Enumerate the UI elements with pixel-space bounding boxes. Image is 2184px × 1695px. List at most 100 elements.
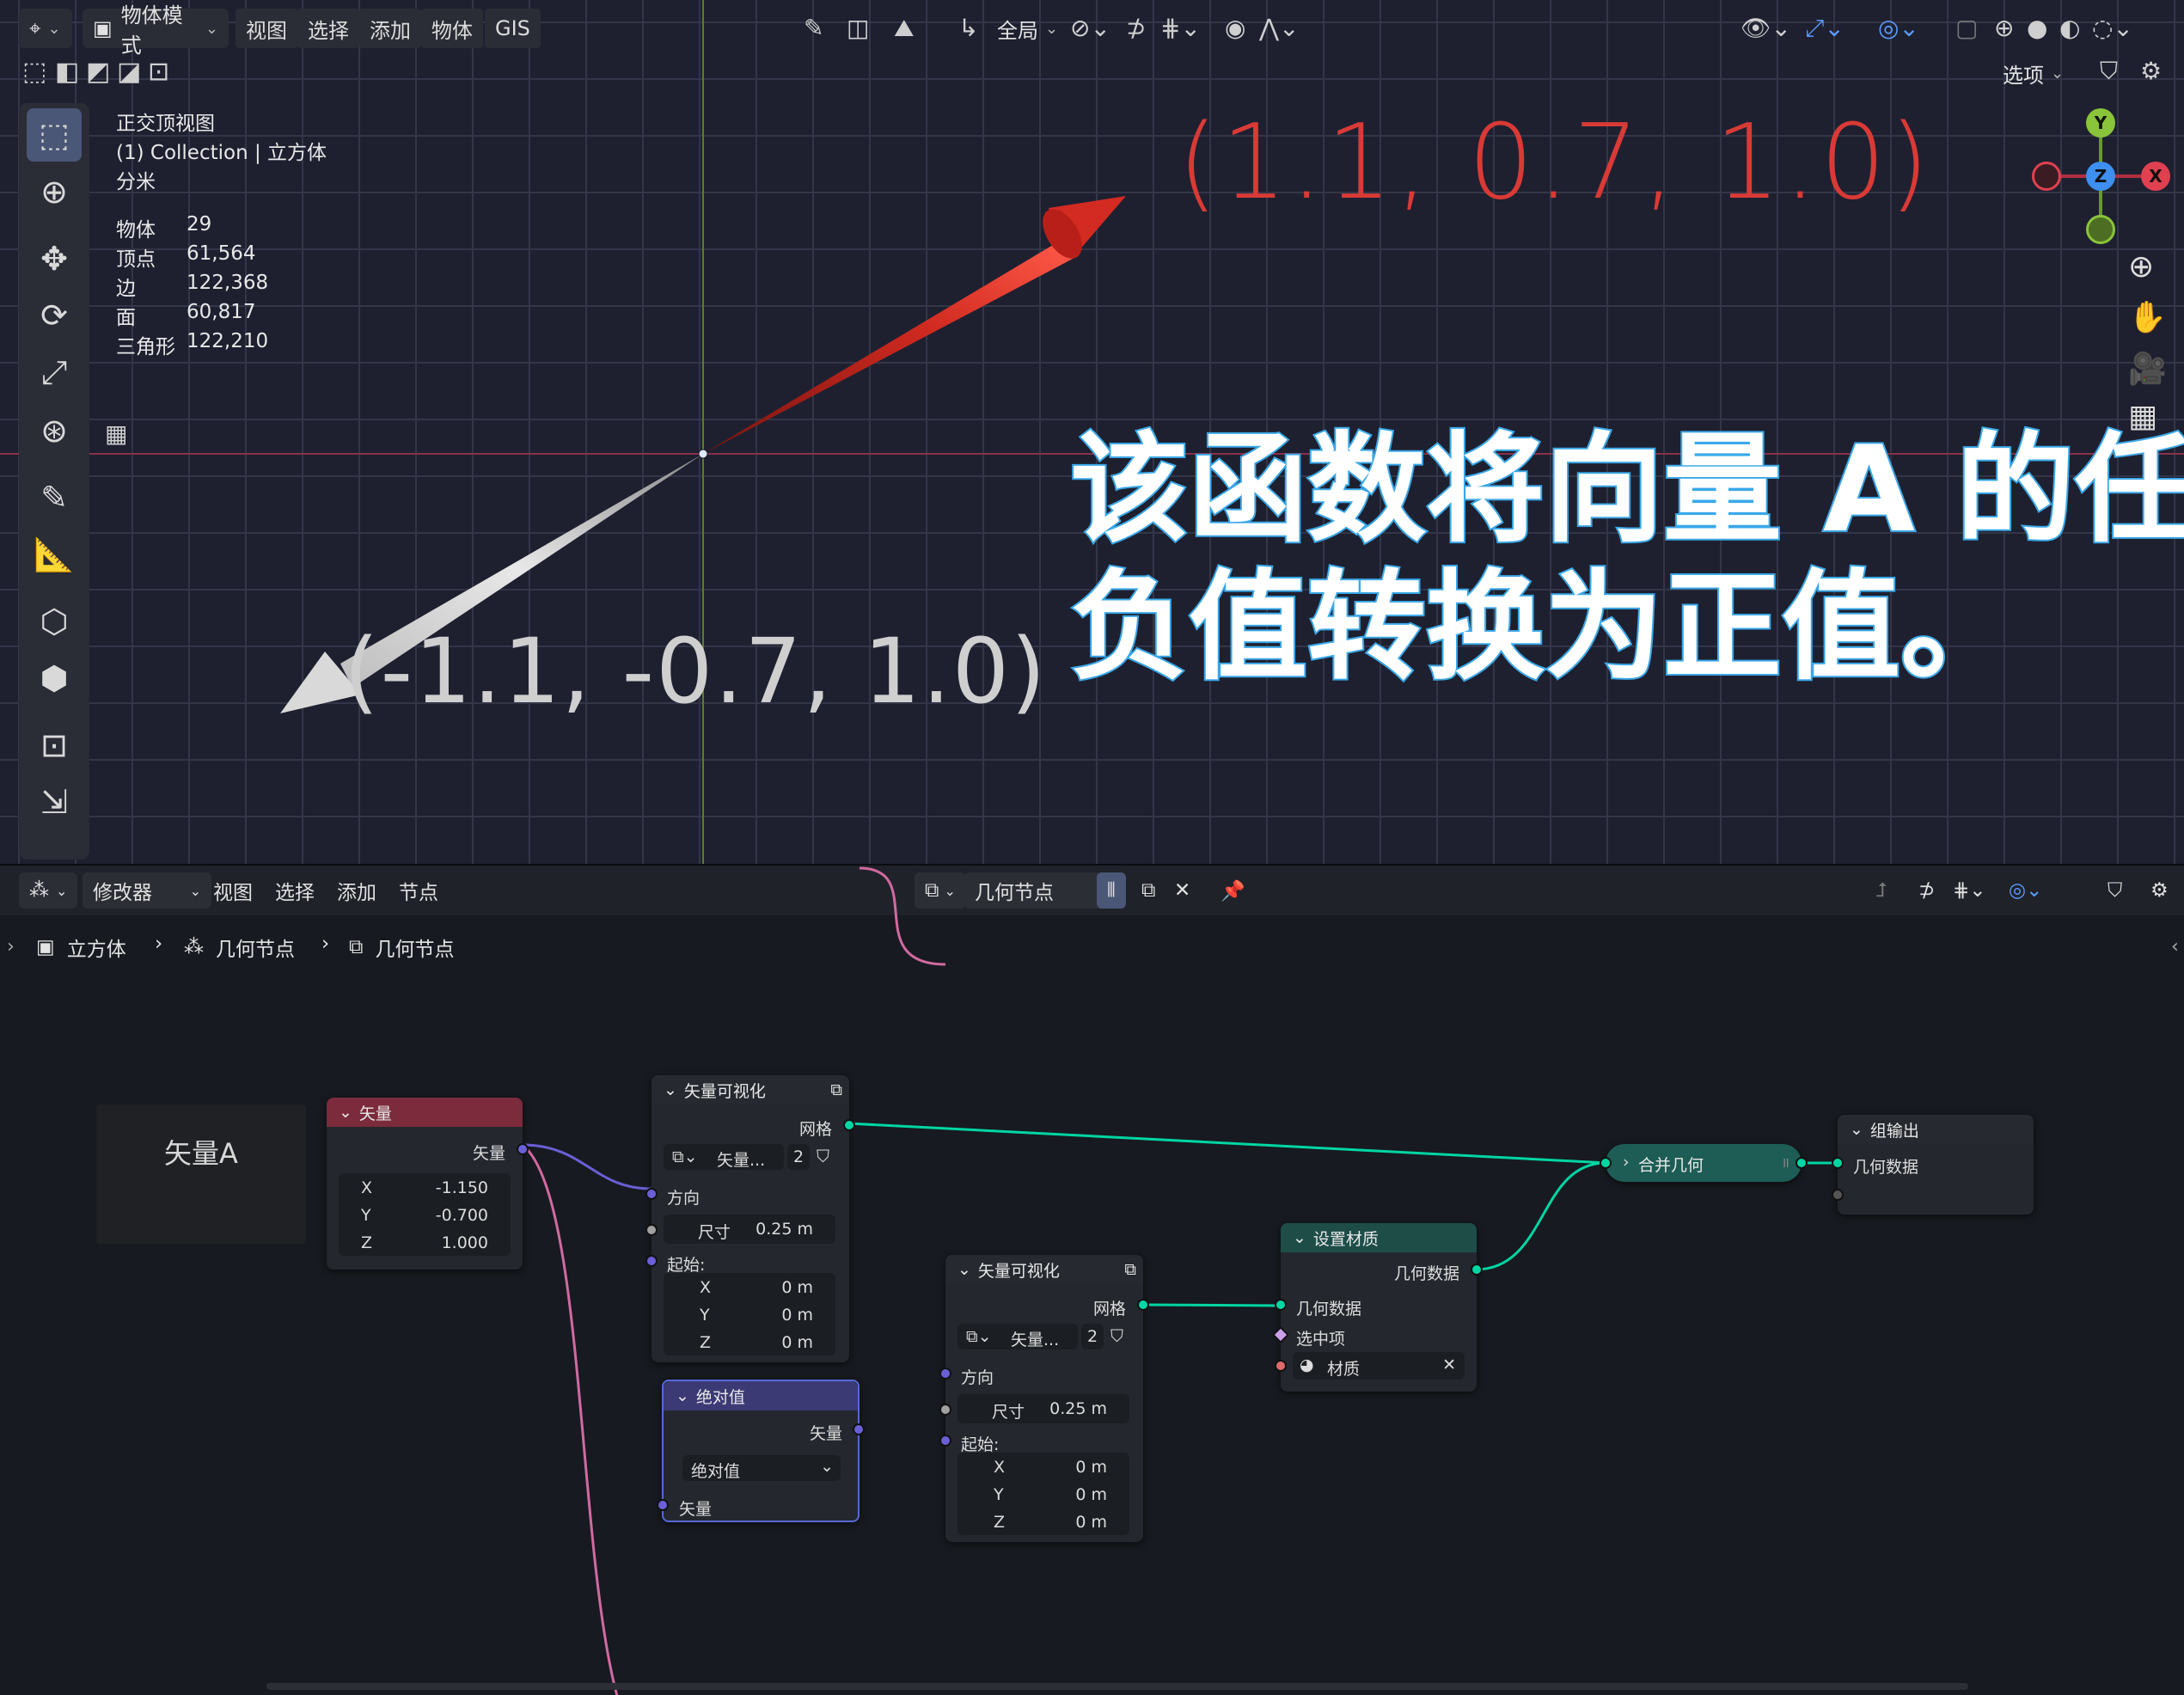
wireframe-shading-icon[interactable]: ⊕ (1994, 14, 2014, 42)
3d-viewport[interactable]: ⌖ ⌄ ▣ 物体模式 ⌄ 视图 选择 添加 物体 GIS ✎ ◫ ⛰ ↳ 全局 ⌄ ⊘… (0, 0, 2184, 864)
filter-icon[interactable]: ⛉ (2100, 57, 2118, 86)
gizmo-z-axis[interactable]: Z (2086, 162, 2115, 191)
select-box-icon[interactable]: ⬚ (22, 57, 46, 87)
gizmo-icon[interactable]: ⤢⌄ (1805, 14, 1844, 43)
select-subtract-icon[interactable]: ◩ (86, 57, 110, 87)
xray-icon[interactable]: ▢ (1955, 14, 1978, 42)
settings-gear-icon[interactable]: ⚙ (2140, 57, 2162, 85)
menu-object[interactable]: 物体 (421, 9, 483, 48)
node-header[interactable]: ⌄ 矢量 (327, 1098, 523, 1127)
empty-input-socket[interactable] (1832, 1189, 1844, 1201)
fake-user-shield-icon[interactable]: ⛉ (817, 1146, 829, 1166)
select-tool-icon[interactable]: ⬚ (27, 108, 82, 162)
collapse-chevron-icon[interactable]: ⌄ (1850, 1120, 1863, 1139)
node-editor[interactable]: ⁂ ⌄ 修改器 ⌄ 视图 选择 添加 节点 ⧉ ⌄ 几何节点 ⫴ ⧉ ✕ 📌 ⮥ ⊅ … (0, 866, 2184, 1695)
input-socket[interactable] (657, 1499, 669, 1511)
vector-x-value[interactable]: -1.150 (436, 1178, 488, 1197)
output-socket[interactable] (1796, 1157, 1808, 1169)
transform-tool-icon[interactable]: ⊛ (27, 404, 82, 457)
scale-tool-icon[interactable]: ⤢ (27, 346, 82, 399)
collapse-chevron-icon[interactable]: ⌄ (676, 1386, 689, 1405)
clear-material-icon[interactable]: ✕ (1442, 1355, 1456, 1374)
menu-gis[interactable]: GIS (485, 9, 541, 48)
camera-icon[interactable]: 🎥 (2128, 351, 2167, 387)
measure-tool-icon[interactable]: 📐 (27, 528, 82, 581)
menu-add[interactable]: 添加 (359, 9, 421, 48)
start-socket[interactable] (645, 1255, 658, 1267)
collapse-chevron-icon[interactable]: ⌄ (957, 1260, 971, 1279)
vector-z-value[interactable]: 1.000 (442, 1233, 488, 1252)
visibility-icon[interactable]: 👁⌄ (1740, 14, 1791, 42)
pan-hand-icon[interactable]: ✋ (2128, 299, 2167, 335)
gizmo-neg-x-axis[interactable] (2032, 162, 2061, 191)
collapse-chevron-icon[interactable]: ⌄ (339, 1103, 352, 1122)
select-intersect-icon[interactable]: ⊡ (148, 57, 169, 87)
snap-target-icon[interactable]: ◫ (847, 14, 869, 42)
proportional-icon[interactable]: ◉ (1225, 14, 1245, 42)
expand-chevron-icon[interactable]: › (1623, 1153, 1630, 1172)
snap-icon[interactable]: ⊅ (1126, 14, 1146, 42)
node-group-output[interactable]: ⌄ 组输出 几何数据 (1832, 1115, 2034, 1215)
output-socket[interactable] (853, 1423, 865, 1435)
size-socket[interactable] (645, 1224, 658, 1236)
editor-type-button[interactable]: ⌖ ⌄ (19, 9, 72, 48)
node-header[interactable]: ⌄ 组输出 (1838, 1115, 2034, 1144)
output-socket[interactable] (1137, 1299, 1149, 1311)
gizmo-neg-y-axis[interactable] (2086, 215, 2115, 244)
node-header[interactable]: ⌄ 设置材质 (1281, 1223, 1477, 1252)
transform-orientation-dropdown[interactable]: 全局 ⌄ (987, 9, 1068, 48)
node-header[interactable]: ⌄ 矢量可视化 ⧉ (945, 1255, 1143, 1284)
menu-select[interactable]: 选择 (297, 9, 359, 48)
frame-tool-icon[interactable]: ⊡ (27, 719, 82, 772)
output-socket[interactable] (1471, 1264, 1483, 1276)
zoom-icon[interactable]: ⊕ (2128, 249, 2154, 285)
operation-dropdown[interactable]: 绝对值 ⌄ (682, 1455, 841, 1481)
node-header[interactable]: ⌄ 矢量可视化 ⧉ (652, 1075, 849, 1105)
collapse-chevron-icon[interactable]: ⌄ (664, 1080, 677, 1099)
input-socket[interactable] (1600, 1157, 1612, 1169)
mode-dropdown[interactable]: ▣ 物体模式 ⌄ (83, 3, 229, 58)
collapse-chevron-icon[interactable]: ⌄ (1293, 1228, 1306, 1247)
user-count[interactable]: 2 (787, 1144, 810, 1170)
select-difference-icon[interactable]: ◪ (117, 57, 141, 87)
input-geometry-socket[interactable] (1832, 1157, 1844, 1169)
start-socket[interactable] (939, 1435, 951, 1447)
pivot-icon[interactable]: ↳ (958, 14, 978, 42)
rendered-shading-icon[interactable]: ◌⌄ (2092, 14, 2133, 42)
proportional-edit-icon[interactable]: ⊘⌄ (1070, 14, 1110, 42)
node-vector-visualize-2[interactable]: ⌄ 矢量可视化 ⧉ 网格 ⧉⌄ 矢量... 2 ⛉ 方向 尺寸 0.25 m 起… (939, 1255, 1149, 1542)
node-absolute[interactable]: ⌄ 绝对值 矢量 绝对值 ⌄ 矢量 (657, 1380, 865, 1522)
eyedropper-icon[interactable]: ✎ (804, 14, 823, 42)
group-dropdown[interactable]: ⧉⌄ 矢量... (664, 1144, 784, 1170)
shading-icon[interactable]: ⛰ (894, 14, 915, 43)
select-extend-icon[interactable]: ◧ (55, 57, 79, 87)
rotate-tool-icon[interactable]: ⟳ (27, 289, 82, 342)
add-cube-tool-icon[interactable]: ⬡ (27, 595, 82, 648)
output-socket[interactable] (517, 1143, 529, 1155)
node-vector-visualize-1[interactable]: ⌄ 矢量可视化 ⧉ 网格 ⧉⌄ 矢量... 2 ⛉ 方向 尺寸 0.25 m 起… (645, 1075, 855, 1362)
fake-user-shield-icon[interactable]: ⛉ (1110, 1325, 1123, 1346)
annotate-tool-icon[interactable]: ✎ (27, 471, 82, 524)
object-tool-icon[interactable]: ⬢ (27, 652, 82, 705)
output-socket[interactable] (843, 1119, 855, 1131)
options-dropdown[interactable]: 选项 ⌄ (1992, 53, 2074, 93)
grab-tool-icon[interactable]: ⇲ (27, 775, 82, 829)
start-xyz-field[interactable]: X 0 m Y 0 m Z 0 m (664, 1273, 835, 1355)
size-field[interactable]: 尺寸 0.25 m (664, 1215, 835, 1244)
input-geometry-socket[interactable] (1275, 1299, 1287, 1311)
vector-y-value[interactable]: -0.700 (436, 1206, 488, 1225)
material-socket[interactable] (1275, 1360, 1287, 1372)
user-count[interactable]: 2 (1081, 1324, 1104, 1349)
vector-xyz-field[interactable]: X -1.150 Y -0.700 Z 1.000 (339, 1173, 511, 1256)
gizmo-y-axis[interactable]: Y (2086, 108, 2115, 138)
size-socket[interactable] (939, 1404, 951, 1416)
ortho-grid-icon[interactable]: ▦ (2128, 399, 2157, 434)
node-header[interactable]: ⌄ 绝对值 (664, 1381, 858, 1410)
cursor-tool-icon[interactable]: ⊕ (27, 165, 82, 218)
gizmo-x-axis[interactable]: X (2141, 162, 2170, 191)
node-set-material[interactable]: ⌄ 设置材质 几何数据 几何数据 选中项 ◕ 材质 ✕ (1272, 1223, 1483, 1392)
group-dropdown[interactable]: ⧉⌄ 矢量... (957, 1324, 1078, 1349)
move-tool-icon[interactable]: ✥ (27, 232, 82, 285)
solid-shading-icon[interactable]: ● (2027, 14, 2047, 42)
snap-increment-icon[interactable]: ⋕⌄ (1160, 14, 1201, 42)
